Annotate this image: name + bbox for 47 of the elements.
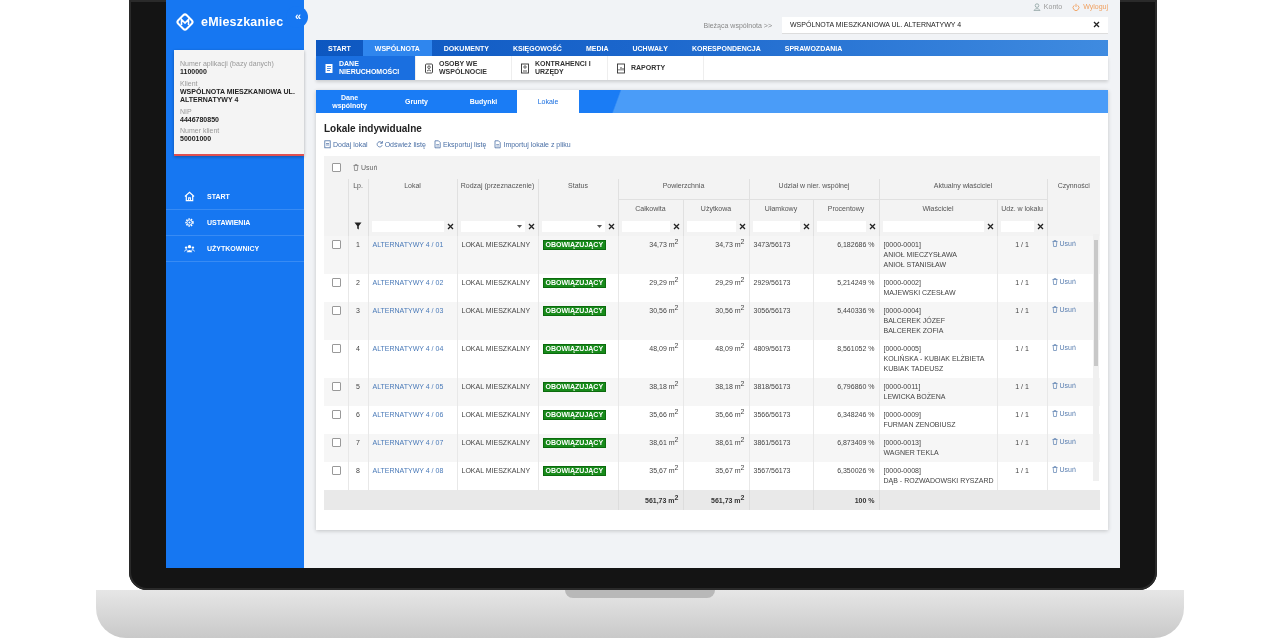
trash-icon <box>1051 382 1058 389</box>
trash-icon <box>1051 278 1058 285</box>
trash-icon <box>1051 344 1058 351</box>
file-icon <box>433 140 441 149</box>
trash-icon <box>1051 240 1058 247</box>
clear-icon[interactable] <box>738 222 746 230</box>
app-logo-text: eMieszkaniec <box>201 15 284 29</box>
checkbox[interactable] <box>332 410 341 419</box>
users-icon <box>184 242 195 254</box>
clear-icon[interactable] <box>446 222 454 230</box>
trash-icon <box>1051 466 1058 473</box>
clear-icon[interactable] <box>986 222 994 230</box>
clear-icon[interactable] <box>607 222 615 230</box>
document-icon <box>324 62 334 74</box>
file-icon <box>494 140 502 149</box>
logo-icon <box>175 12 195 32</box>
id-card-icon <box>424 62 434 74</box>
filter-icon[interactable] <box>354 222 362 230</box>
clear-icon[interactable] <box>527 222 535 230</box>
clear-icon[interactable] <box>672 222 680 230</box>
report-icon <box>616 62 626 74</box>
clear-icon[interactable] <box>802 222 810 230</box>
trash-icon <box>353 164 359 171</box>
clear-icon[interactable] <box>868 222 876 230</box>
checkbox[interactable] <box>332 438 341 447</box>
trash-icon <box>1051 410 1058 417</box>
caret-icon <box>516 224 522 228</box>
home-icon <box>184 190 195 202</box>
refresh-icon <box>375 140 383 149</box>
power-icon <box>1072 2 1081 11</box>
clear-icon[interactable] <box>1093 21 1100 28</box>
panel-title: Lokale indywidualne <box>324 123 423 134</box>
contact-icon <box>520 62 530 74</box>
checkbox[interactable] <box>332 240 341 249</box>
checkbox[interactable] <box>332 163 341 172</box>
checkbox[interactable] <box>332 344 341 353</box>
gear-icon <box>184 216 195 228</box>
checkbox[interactable] <box>332 382 341 391</box>
user-icon <box>1032 2 1041 11</box>
clear-icon[interactable] <box>1036 222 1044 230</box>
checkbox[interactable] <box>332 466 341 475</box>
checkbox[interactable] <box>332 306 341 315</box>
document-icon <box>324 140 331 149</box>
checkbox[interactable] <box>332 278 341 287</box>
trash-icon <box>1051 306 1058 313</box>
caret-icon <box>596 224 602 228</box>
trash-icon <box>1051 438 1058 445</box>
